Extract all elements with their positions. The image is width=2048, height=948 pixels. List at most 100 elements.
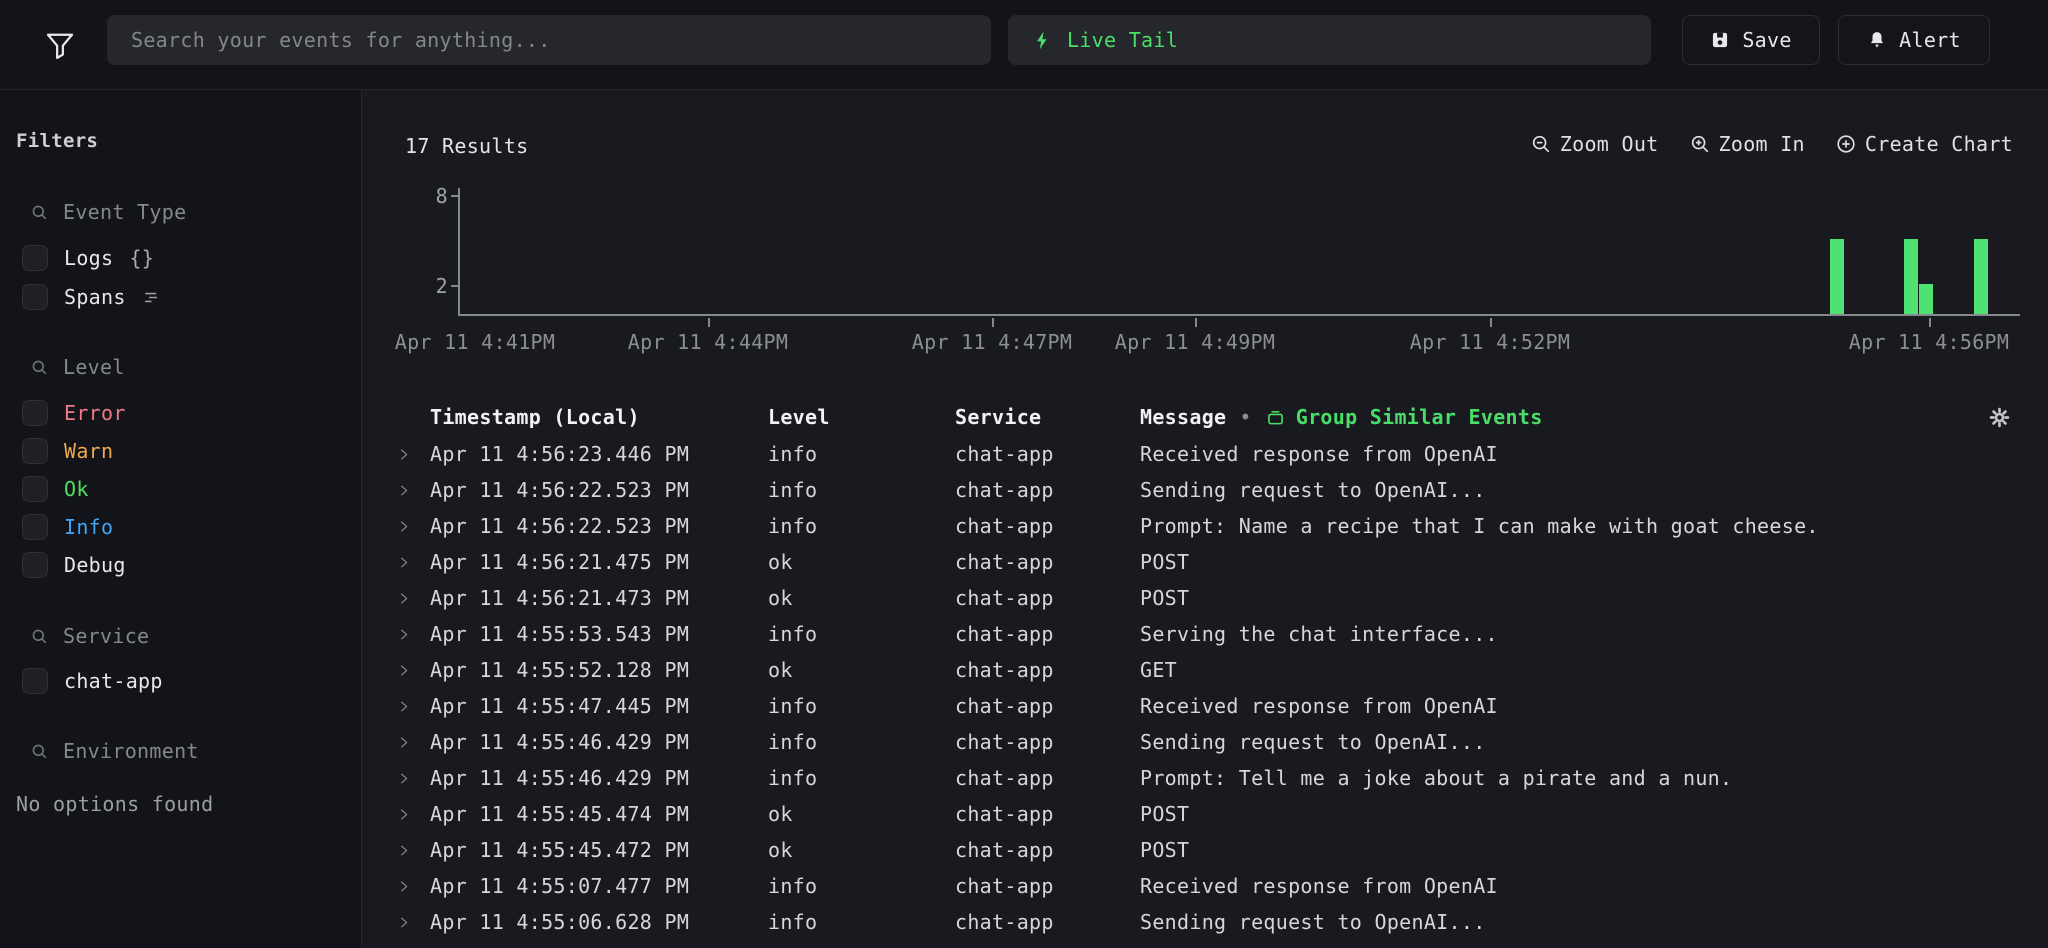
row-level: info <box>768 622 955 646</box>
filter-checkbox[interactable] <box>22 552 48 578</box>
expand-chevron-icon[interactable] <box>396 843 430 858</box>
create-chart-label: Create Chart <box>1865 132 2013 156</box>
zoom-in-icon <box>1689 133 1711 155</box>
table-row[interactable]: Apr 11 4:56:23.446 PM info chat-app Rece… <box>396 436 2048 472</box>
expand-chevron-icon[interactable] <box>396 519 430 534</box>
filter-option[interactable]: Ok <box>22 476 126 502</box>
logs-checkbox[interactable] <box>22 245 48 271</box>
col-header-level[interactable]: Level <box>768 405 955 429</box>
expand-chevron-icon[interactable] <box>396 447 430 462</box>
alert-button[interactable]: Alert <box>1838 15 1990 65</box>
filter-option-label: Logs <box>64 246 113 270</box>
zoom-out-button[interactable]: Zoom Out <box>1530 132 1659 156</box>
filter-checkbox[interactable] <box>22 476 48 502</box>
table-row[interactable]: Apr 11 4:56:21.473 PM ok chat-app POST <box>396 580 2048 616</box>
expand-chevron-icon[interactable] <box>396 627 430 642</box>
service-group-header[interactable]: Service <box>30 624 149 648</box>
table-row[interactable]: Apr 11 4:55:45.472 PM ok chat-app POST <box>396 832 2048 868</box>
spans-icon <box>142 288 161 307</box>
events-table: Timestamp (Local) Level Service Message … <box>396 398 2048 940</box>
table-row[interactable]: Apr 11 4:55:06.628 PM info chat-app Send… <box>396 904 2048 940</box>
group-similar-events-button[interactable]: Group Similar Events <box>1265 405 1543 429</box>
table-row[interactable]: Apr 11 4:56:22.523 PM info chat-app Prom… <box>396 508 2048 544</box>
row-level: info <box>768 478 955 502</box>
expand-chevron-icon[interactable] <box>396 555 430 570</box>
filter-option[interactable]: Warn <box>22 438 126 464</box>
x-axis-label: Apr 11 4:49PM <box>1115 330 1275 354</box>
row-level: info <box>768 910 955 934</box>
row-level: info <box>768 442 955 466</box>
create-chart-button[interactable]: Create Chart <box>1835 132 2013 156</box>
service-options: chat-app <box>22 668 163 706</box>
search-input[interactable] <box>129 27 969 53</box>
x-axis-label: Apr 11 4:56PM <box>1849 330 2009 354</box>
filter-option-label: Warn <box>64 439 113 463</box>
expand-chevron-icon[interactable] <box>396 771 430 786</box>
filter-checkbox[interactable] <box>22 668 48 694</box>
row-timestamp: Apr 11 4:55:45.472 PM <box>430 838 768 862</box>
zoom-in-button[interactable]: Zoom In <box>1689 132 1805 156</box>
expand-chevron-icon[interactable] <box>396 735 430 750</box>
filter-checkbox[interactable] <box>22 438 48 464</box>
filter-checkbox[interactable] <box>22 400 48 426</box>
zoom-in-label: Zoom In <box>1719 132 1805 156</box>
spans-checkbox[interactable] <box>22 284 48 310</box>
braces-icon: {} <box>129 246 154 270</box>
filter-checkbox[interactable] <box>22 514 48 540</box>
filter-option[interactable]: Error <box>22 400 126 426</box>
search-box[interactable] <box>107 15 991 65</box>
event-type-group-header[interactable]: Event Type <box>30 200 186 224</box>
filter-option[interactable]: Info <box>22 514 126 540</box>
expand-chevron-icon[interactable] <box>396 663 430 678</box>
x-axis-label: Apr 11 4:52PM <box>1410 330 1570 354</box>
col-header-timestamp[interactable]: Timestamp (Local) <box>430 405 768 429</box>
expand-chevron-icon[interactable] <box>396 879 430 894</box>
row-level: info <box>768 694 955 718</box>
expand-chevron-icon[interactable] <box>396 483 430 498</box>
table-row[interactable]: Apr 11 4:55:07.477 PM info chat-app Rece… <box>396 868 2048 904</box>
chart-bar[interactable] <box>1974 239 1988 314</box>
row-service: chat-app <box>955 730 1140 754</box>
filter-option-label: chat-app <box>64 669 163 693</box>
table-row[interactable]: Apr 11 4:55:46.429 PM info chat-app Send… <box>396 724 2048 760</box>
row-timestamp: Apr 11 4:55:07.477 PM <box>430 874 768 898</box>
filter-option[interactable]: Debug <box>22 552 126 578</box>
level-group-header[interactable]: Level <box>30 355 125 379</box>
table-row[interactable]: Apr 11 4:55:45.474 PM ok chat-app POST <box>396 796 2048 832</box>
y-axis-tick <box>451 195 460 197</box>
save-button[interactable]: Save <box>1682 15 1820 65</box>
expand-chevron-icon[interactable] <box>396 699 430 714</box>
chart-bar[interactable] <box>1919 284 1933 314</box>
topbar: Live Tail Save Alert <box>0 0 2048 90</box>
row-service: chat-app <box>955 586 1140 610</box>
row-timestamp: Apr 11 4:55:46.429 PM <box>430 766 768 790</box>
environment-group-header[interactable]: Environment <box>30 739 199 763</box>
expand-chevron-icon[interactable] <box>396 807 430 822</box>
app-root: Live Tail Save Alert Filters Event Type <box>0 0 2048 948</box>
chart-bar[interactable] <box>1830 239 1844 314</box>
col-header-service[interactable]: Service <box>955 405 1140 429</box>
filter-option-logs[interactable]: Logs {} <box>22 245 161 271</box>
row-timestamp: Apr 11 4:56:22.523 PM <box>430 514 768 538</box>
table-row[interactable]: Apr 11 4:55:52.128 PM ok chat-app GET <box>396 652 2048 688</box>
table-row[interactable]: Apr 11 4:55:47.445 PM info chat-app Rece… <box>396 688 2048 724</box>
row-level: ok <box>768 802 955 826</box>
table-settings-button[interactable] <box>1982 400 2016 434</box>
table-row[interactable]: Apr 11 4:55:46.429 PM info chat-app Prom… <box>396 760 2048 796</box>
expand-chevron-icon[interactable] <box>396 591 430 606</box>
col-header-message-label: Message <box>1140 405 1226 429</box>
table-row[interactable]: Apr 11 4:55:53.543 PM info chat-app Serv… <box>396 616 2048 652</box>
table-row[interactable]: Apr 11 4:56:21.475 PM ok chat-app POST <box>396 544 2048 580</box>
lightning-bolt-icon <box>1032 30 1053 51</box>
filter-option-spans[interactable]: Spans <box>22 284 161 310</box>
row-timestamp: Apr 11 4:55:47.445 PM <box>430 694 768 718</box>
filter-option[interactable]: chat-app <box>22 668 163 694</box>
table-row[interactable]: Apr 11 4:56:22.523 PM info chat-app Send… <box>396 472 2048 508</box>
live-tail-button[interactable]: Live Tail <box>1008 15 1651 65</box>
expand-chevron-icon[interactable] <box>396 915 430 930</box>
chart-plot[interactable]: 82 <box>458 188 2020 316</box>
x-axis-tick <box>1195 318 1197 327</box>
chart-bar[interactable] <box>1904 239 1918 314</box>
x-axis-tick <box>992 318 994 327</box>
filter-funnel-button[interactable] <box>38 24 82 68</box>
